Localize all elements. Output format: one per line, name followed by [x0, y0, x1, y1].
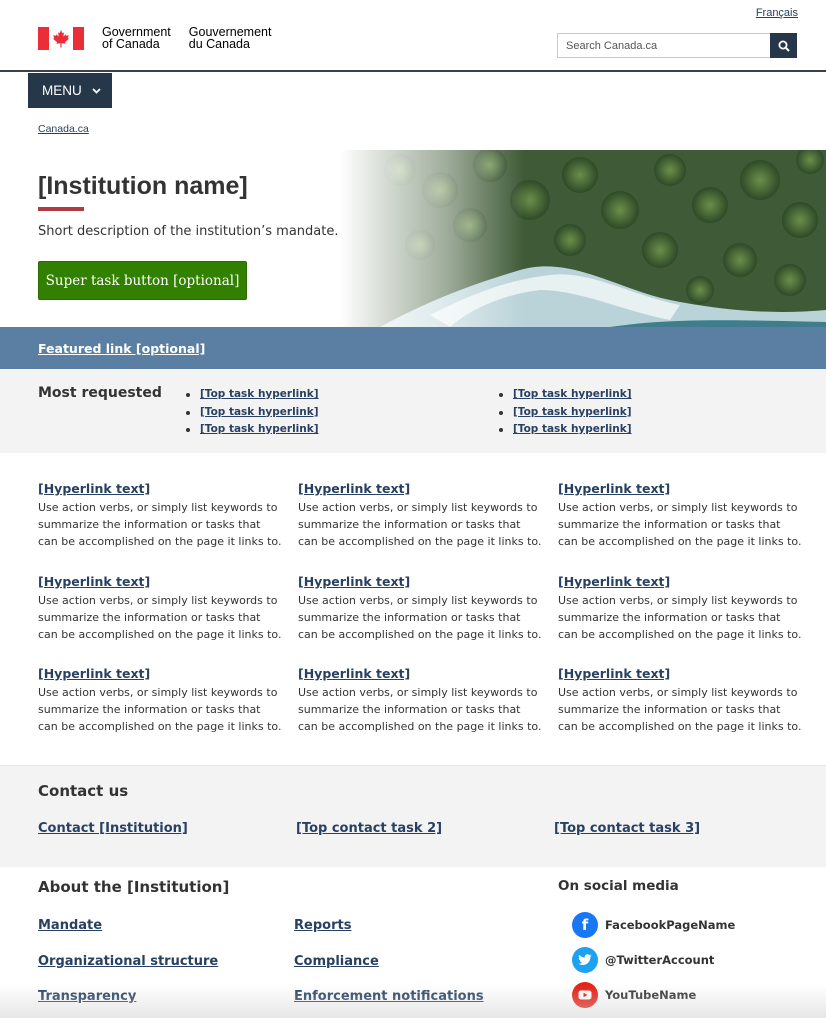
- institution-title: [Institution name]: [38, 172, 248, 200]
- service-card-link[interactable]: [Hyperlink text]: [298, 573, 543, 591]
- youtube-icon: [572, 982, 598, 1008]
- contact-section: Contact us Contact [Institution] [Top co…: [0, 765, 826, 867]
- service-card-link[interactable]: [Hyperlink text]: [38, 665, 283, 683]
- service-card: [Hyperlink text] Use action verbs, or si…: [38, 573, 283, 643]
- most-requested-title: Most requested: [38, 385, 162, 401]
- service-card-description: Use action verbs, or simply list keyword…: [558, 594, 802, 641]
- service-card-link[interactable]: [Hyperlink text]: [558, 573, 803, 591]
- title-underline: [38, 207, 84, 211]
- most-requested-list-1: [Top task hyperlink] [Top task hyperlink…: [186, 386, 319, 439]
- about-link-reports[interactable]: Reports: [294, 918, 351, 933]
- social-youtube[interactable]: YouTubeName: [572, 982, 696, 1008]
- social-twitter[interactable]: @TwitterAccount: [572, 947, 714, 973]
- service-card-link[interactable]: [Hyperlink text]: [38, 480, 283, 498]
- about-title: About the [Institution]: [38, 878, 230, 896]
- signature-fr-line2: du Canada: [188, 36, 250, 51]
- search-button[interactable]: [770, 33, 797, 58]
- about-link-transparency[interactable]: Transparency: [38, 989, 136, 1004]
- social-media-title: On social media: [558, 878, 679, 894]
- youtube-channel-name: YouTubeName: [605, 988, 697, 1002]
- signature-en-line2: of Canada: [102, 36, 160, 51]
- service-card-link[interactable]: [Hyperlink text]: [298, 665, 543, 683]
- top-task-link[interactable]: [Top task hyperlink]: [200, 406, 319, 418]
- hero-banner: [Institution name] Short description of …: [0, 150, 826, 327]
- breadcrumb-canada-link[interactable]: Canada.ca: [38, 123, 89, 135]
- list-item: [Top task hyperlink]: [499, 386, 632, 404]
- service-card: [Hyperlink text] Use action verbs, or si…: [298, 480, 543, 550]
- most-requested-section: Most requested [Top task hyperlink] [Top…: [0, 369, 826, 453]
- about-link-compliance[interactable]: Compliance: [294, 954, 379, 969]
- list-item: [Top task hyperlink]: [186, 404, 319, 422]
- facebook-page-name: FacebookPageName: [605, 918, 736, 932]
- top-task-link[interactable]: [Top task hyperlink]: [513, 388, 632, 400]
- service-card: [Hyperlink text] Use action verbs, or si…: [298, 665, 543, 735]
- list-item: [Top task hyperlink]: [186, 386, 319, 404]
- service-card: [Hyperlink text] Use action verbs, or si…: [558, 665, 803, 735]
- top-task-link[interactable]: [Top task hyperlink]: [200, 423, 319, 435]
- service-card: [Hyperlink text] Use action verbs, or si…: [558, 480, 803, 550]
- list-item: [Top task hyperlink]: [186, 421, 319, 439]
- service-card: [Hyperlink text] Use action verbs, or si…: [558, 573, 803, 643]
- service-card-description: Use action verbs, or simply list keyword…: [558, 501, 802, 548]
- service-card-description: Use action verbs, or simply list keyword…: [298, 501, 542, 548]
- search-icon: [778, 40, 790, 52]
- chevron-down-icon: [92, 87, 101, 94]
- service-card: [Hyperlink text] Use action verbs, or si…: [298, 573, 543, 643]
- list-item: [Top task hyperlink]: [499, 404, 632, 422]
- list-item: [Top task hyperlink]: [499, 421, 632, 439]
- language-toggle-link[interactable]: Français: [756, 7, 798, 19]
- service-card-link[interactable]: [Hyperlink text]: [38, 573, 283, 591]
- about-link-organizational-structure[interactable]: Organizational structure: [38, 954, 218, 969]
- service-card-description: Use action verbs, or simply list keyword…: [298, 686, 542, 733]
- search-bar: [557, 33, 797, 58]
- menu-button[interactable]: MENU: [28, 73, 112, 108]
- twitter-icon: [572, 947, 598, 973]
- social-facebook[interactable]: f FacebookPageName: [572, 912, 735, 938]
- canada-flag-icon: [38, 27, 84, 50]
- top-task-link[interactable]: [Top task hyperlink]: [513, 423, 632, 435]
- forest-river-image: [340, 150, 826, 327]
- twitter-account-name: @TwitterAccount: [605, 953, 715, 967]
- service-card-description: Use action verbs, or simply list keyword…: [38, 501, 282, 548]
- about-link-enforcement-notifications[interactable]: Enforcement notifications: [294, 989, 484, 1004]
- search-input[interactable]: [557, 33, 770, 58]
- contact-task-3-link[interactable]: [Top contact task 3]: [554, 821, 700, 836]
- service-card-link[interactable]: [Hyperlink text]: [558, 480, 803, 498]
- super-task-button[interactable]: Super task button [optional]: [38, 261, 247, 300]
- service-card-link[interactable]: [Hyperlink text]: [558, 665, 803, 683]
- top-task-link[interactable]: [Top task hyperlink]: [513, 406, 632, 418]
- service-card-description: Use action verbs, or simply list keyword…: [38, 594, 282, 641]
- facebook-icon: f: [572, 912, 598, 938]
- featured-link[interactable]: Featured link [optional]: [38, 341, 205, 356]
- service-card: [Hyperlink text] Use action verbs, or si…: [38, 665, 283, 735]
- contact-institution-link[interactable]: Contact [Institution]: [38, 821, 188, 836]
- service-card-description: Use action verbs, or simply list keyword…: [558, 686, 802, 733]
- menu-label: MENU: [42, 83, 82, 98]
- about-link-mandate[interactable]: Mandate: [38, 918, 102, 933]
- contact-task-2-link[interactable]: [Top contact task 2]: [296, 821, 442, 836]
- site-header: Français Government of Canada Gouverneme…: [0, 0, 826, 72]
- service-card-link[interactable]: [Hyperlink text]: [298, 480, 543, 498]
- service-card: [Hyperlink text] Use action verbs, or si…: [38, 480, 283, 550]
- goc-signature[interactable]: Government of Canada Gouvernement du Can…: [38, 26, 289, 51]
- contact-title: Contact us: [38, 782, 129, 800]
- service-card-description: Use action verbs, or simply list keyword…: [298, 594, 542, 641]
- institution-description: Short description of the institution’s m…: [38, 224, 339, 239]
- most-requested-list-2: [Top task hyperlink] [Top task hyperlink…: [499, 386, 632, 439]
- top-task-link[interactable]: [Top task hyperlink]: [200, 388, 319, 400]
- service-card-description: Use action verbs, or simply list keyword…: [38, 686, 282, 733]
- featured-banner: Featured link [optional]: [0, 327, 826, 369]
